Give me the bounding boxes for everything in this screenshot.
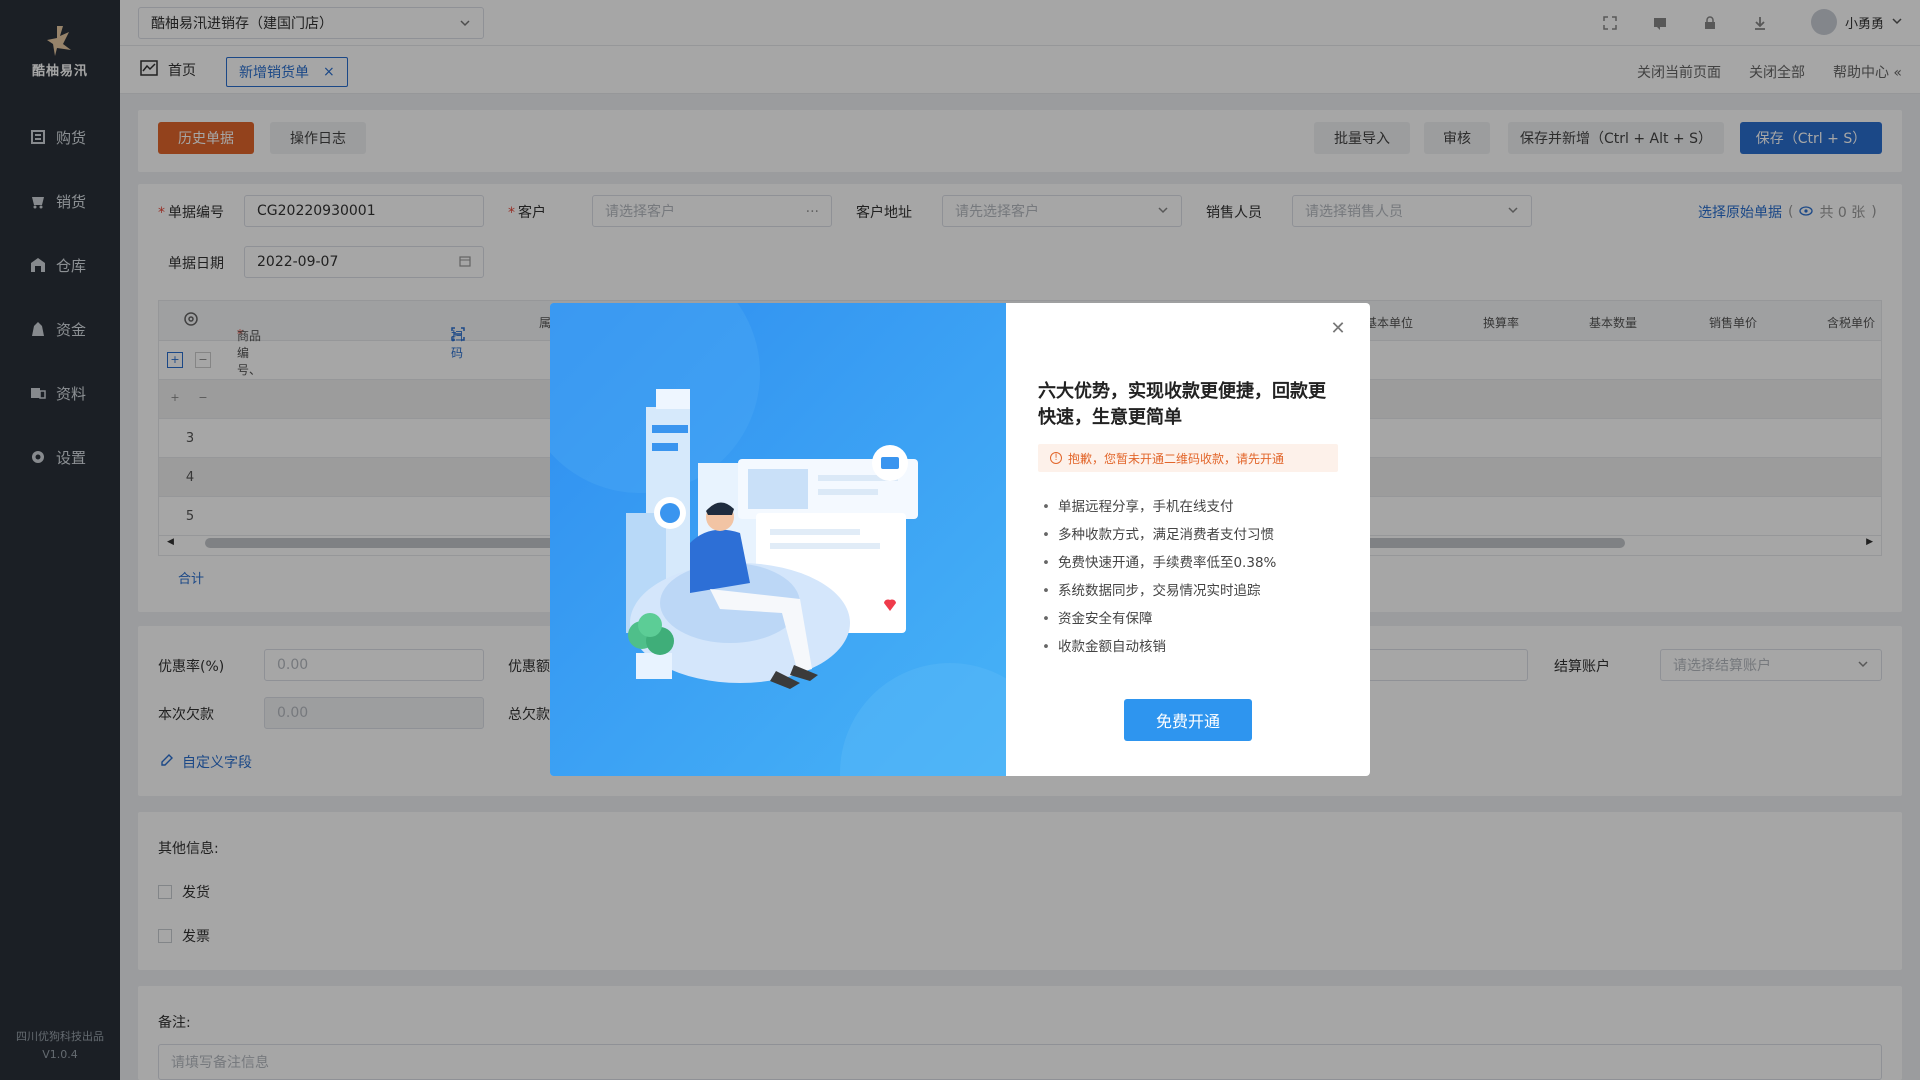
qr-payment-modal: ✕ 六大优势，实现收款更便捷，回款更快速，生意更简单 ! 抱歉，您暂未开通二维码… [550,303,1370,776]
list-item: 收款金额自动核销 [1042,633,1342,661]
modal-illustration [550,303,1006,776]
list-item: 资金安全有保障 [1042,605,1342,633]
close-icon[interactable]: ✕ [1328,319,1348,339]
feature-list: 单据远程分享，手机在线支付 多种收款方式，满足消费者支付习惯 免费快速开通，手续… [1042,493,1342,661]
list-item: 多种收款方式，满足消费者支付习惯 [1042,521,1342,549]
list-item: 系统数据同步，交易情况实时追踪 [1042,577,1342,605]
warning-text: 抱歉，您暂未开通二维码收款，请先开通 [1068,451,1285,466]
warning-banner: ! 抱歉，您暂未开通二维码收款，请先开通 [1038,444,1338,472]
modal-content: ✕ 六大优势，实现收款更便捷，回款更快速，生意更简单 ! 抱歉，您暂未开通二维码… [1006,303,1370,776]
list-item: 单据远程分享，手机在线支付 [1042,493,1342,521]
list-item: 免费快速开通，手续费率低至0.38% [1042,549,1342,577]
modal-title: 六大优势，实现收款更便捷，回款更快速，生意更简单 [1038,381,1326,428]
free-activate-button[interactable]: 免费开通 [1124,699,1252,741]
illustration-image [550,303,1006,776]
warning-icon: ! [1050,452,1062,464]
